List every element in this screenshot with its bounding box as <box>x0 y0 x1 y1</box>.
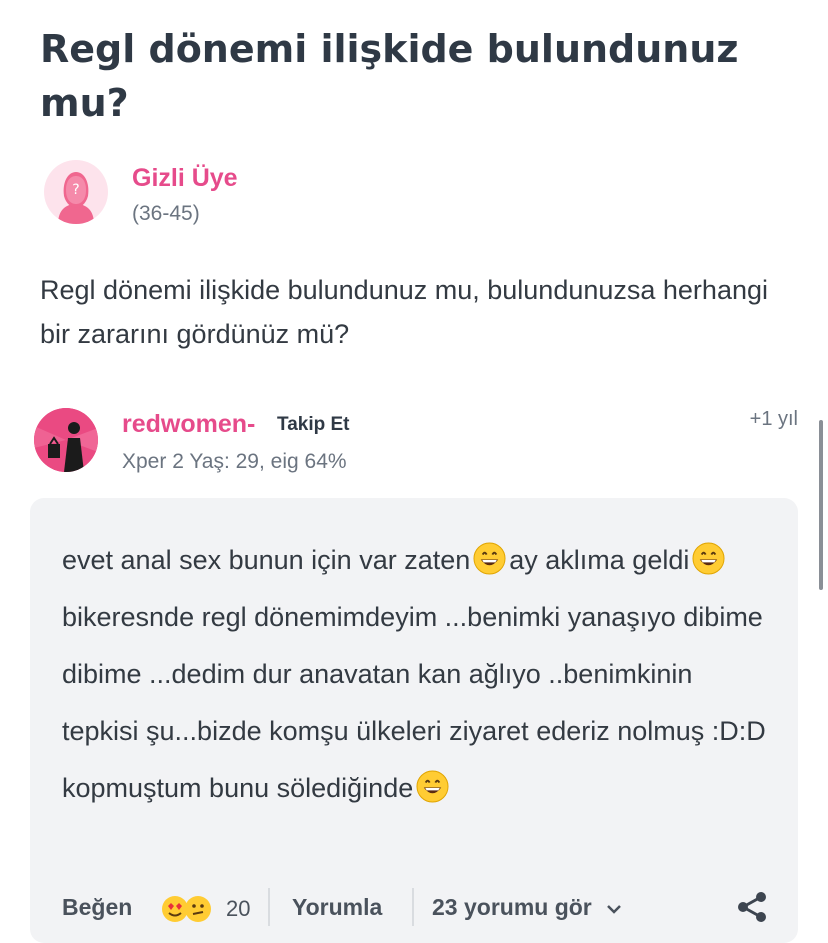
question-title: Regl dönemi ilişkide bulundunuz mu? <box>40 27 739 125</box>
anonymous-avatar-icon[interactable]: ? <box>44 160 108 224</box>
follow-button[interactable]: Takip Et <box>277 414 350 436</box>
reaction-count: 20 <box>226 896 251 921</box>
comment-button[interactable]: Yorumla <box>292 894 382 921</box>
view-comments-label: 23 yorumu gör <box>432 894 592 920</box>
answer-text-part-1: evet anal sex bunun için var zaten <box>62 545 471 575</box>
answer-text-part-2: ay aklıma geldi <box>509 545 690 575</box>
chevron-down-icon <box>607 905 622 914</box>
svg-text:?: ? <box>72 182 79 198</box>
grinning-emoji-icon <box>473 542 506 575</box>
asker-age: (36-45) <box>132 202 200 225</box>
user-avatar[interactable] <box>34 408 98 472</box>
divider <box>412 888 414 926</box>
view-comments-button[interactable]: 23 yorumu gör <box>432 894 622 921</box>
answer-text-part-3: bikeresnde regl dönemimdeyim ...benimki … <box>62 602 766 803</box>
divider <box>268 888 270 926</box>
question-body: Regl dönemi ilişkide bulundunuz mu, bulu… <box>40 275 768 349</box>
grinning-emoji-icon <box>692 542 725 575</box>
answer-time: +1 yıl <box>749 408 798 430</box>
reaction-emojis-icon[interactable] <box>158 892 218 926</box>
scrollbar[interactable] <box>819 420 823 590</box>
answer-author-meta: Xper 2 Yaş: 29, eig 64% <box>122 450 347 473</box>
answer-author-name[interactable]: redwomen- <box>122 410 255 439</box>
like-button[interactable]: Beğen <box>62 894 132 921</box>
asker-name[interactable]: Gizli Üye <box>132 164 238 193</box>
grinning-emoji-icon <box>416 770 449 803</box>
answer-author-header: redwomen- Takip Et Xper 2 Yaş: 29, eig 6… <box>34 408 804 478</box>
answer-text: evet anal sex bunun için var zaten ay akl… <box>62 532 772 817</box>
answer-actions-bar: Beğen 20 Yorumla 23 yorumu gör <box>30 868 800 928</box>
share-icon[interactable] <box>736 890 768 924</box>
